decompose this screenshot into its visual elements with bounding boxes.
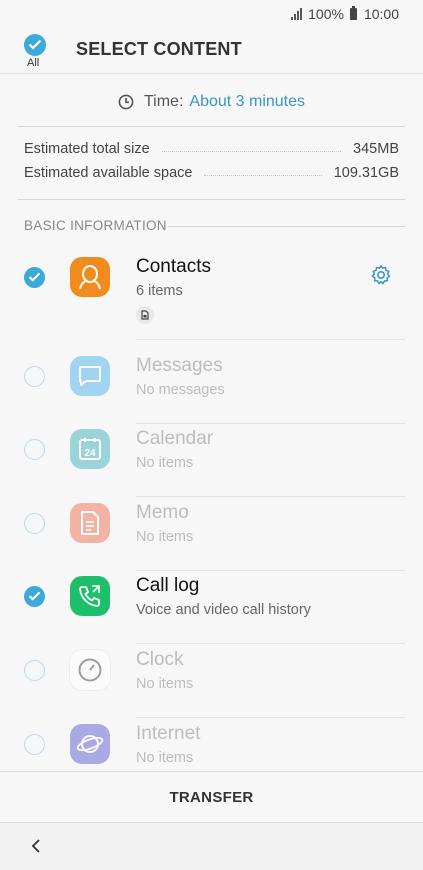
divider [18,126,405,127]
total-size-row: Estimated total size 345MB [24,138,399,160]
signal-icon [291,8,303,20]
item-name: Call log [136,575,200,596]
item-subtitle: No messages [136,382,225,398]
transfer-button[interactable]: TRANSFER [169,789,253,806]
memo-checkbox[interactable] [24,513,45,534]
available-space-row: Estimated available space 109.31GB [24,162,399,184]
time-label: Time: [143,93,184,110]
item-name: Internet [136,723,201,744]
battery-icon [349,6,357,20]
list-item-clock[interactable]: Clock No items [0,645,423,718]
clock-icon [118,94,134,110]
item-subtitle: No items [136,750,194,766]
check-icon [28,272,41,282]
back-icon[interactable] [28,837,46,855]
status-bar: 100% 10:00 [0,0,423,28]
select-all-label[interactable]: All [27,57,39,69]
time-estimate: Time: About 3 minutes [0,82,423,122]
clock-checkbox[interactable] [24,660,45,681]
item-divider [136,496,405,497]
item-subtitle: No items [136,676,194,692]
select-all-checkbox[interactable] [24,34,46,56]
header: All SELECT CONTENT [0,28,423,74]
list-item-calendar[interactable]: 24 Calendar No items [0,424,423,497]
battery-percent: 100% [308,6,344,22]
dotted-leader [161,150,342,152]
list-item-messages[interactable]: Messages No messages [0,351,423,424]
contacts-icon [70,257,110,297]
messages-checkbox[interactable] [24,366,45,387]
available-space-value: 109.31GB [333,165,399,181]
list-item-call-log[interactable]: Call log Voice and video call history [0,571,423,644]
internet-icon [70,724,110,764]
dotted-leader [204,174,322,176]
item-name: Clock [136,649,184,670]
item-name: Memo [136,502,189,523]
list-item-contacts[interactable]: Contacts 6 items [0,252,423,340]
transfer-bar: TRANSFER [0,771,423,823]
clock-app-icon [70,650,110,690]
sim-card-icon [136,306,154,324]
item-subtitle: No items [136,529,194,545]
memo-icon [70,503,110,543]
calendar-checkbox[interactable] [24,439,45,460]
divider [18,199,405,200]
call-log-icon [70,576,110,616]
navigation-bar [0,823,423,870]
item-subtitle: Voice and video call history [136,602,311,618]
call-log-checkbox[interactable] [24,586,45,607]
contacts-checkbox[interactable] [24,267,45,288]
item-subtitle: 6 items [136,283,183,299]
item-subtitle: No items [136,455,194,471]
item-divider [136,643,405,644]
item-name: Messages [136,355,223,376]
check-icon [28,39,42,50]
calendar-icon: 24 [70,429,110,469]
page-title: SELECT CONTENT [76,39,242,59]
available-space-label: Estimated available space [24,165,193,181]
item-divider [136,717,405,718]
section-divider [168,226,405,227]
total-size-label: Estimated total size [24,141,150,157]
total-size-value: 345MB [353,141,399,157]
item-divider [136,339,405,340]
list-item-memo[interactable]: Memo No items [0,498,423,571]
internet-checkbox[interactable] [24,734,45,755]
time-value: About 3 minutes [189,93,306,110]
item-name: Contacts [136,256,211,277]
check-icon [28,591,41,601]
messages-icon [70,356,110,396]
section-title: BASIC INFORMATION [24,218,167,233]
item-name: Calendar [136,428,214,449]
settings-gear-icon[interactable] [370,264,392,286]
clock-time: 10:00 [363,6,399,22]
svg-text:24: 24 [84,448,96,459]
